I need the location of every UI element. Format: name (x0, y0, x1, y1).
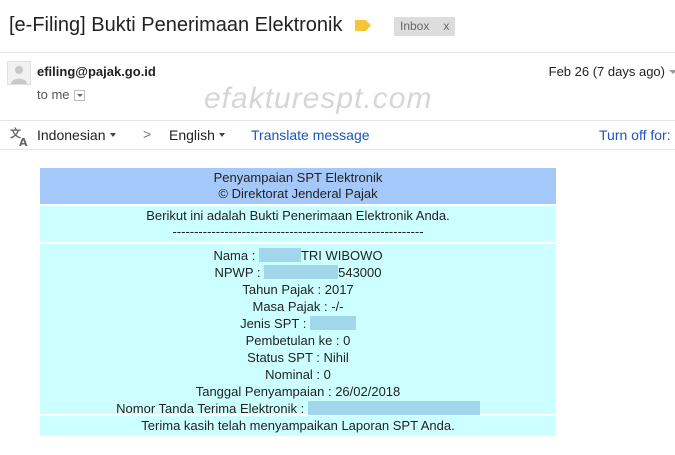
receipt-details: Nama : TRI WIBOWO NPWP : 543000 Tahun Pa… (40, 244, 556, 417)
sender-avatar (7, 61, 31, 85)
receipt-footer: Terima kasih telah menyampaikan Laporan … (40, 416, 556, 436)
recipient-text: to me (37, 87, 70, 102)
redaction-block (307, 401, 480, 415)
email-date: Feb 26 (7 days ago) (548, 64, 665, 79)
nama-value: TRI WIBOWO (300, 248, 383, 263)
field-tanggal: Tanggal Penyampaian : 26/02/2018 (195, 384, 401, 399)
receipt-table: Penyampaian SPT Elektronik © Direktorat … (40, 168, 556, 436)
field-tahun-pajak: Tahun Pajak : 2017 (242, 282, 354, 297)
receipt-intro: Berikut ini adalah Bukti Penerimaan Elek… (40, 206, 556, 242)
npwp-value: 543000 (338, 265, 382, 280)
inbox-label-text: Inbox (400, 19, 430, 33)
email-subject: [e-Filing] Bukti Penerimaan Elektronik (9, 14, 343, 36)
caret-down-icon (109, 133, 116, 137)
label-tag-icon[interactable] (355, 20, 371, 31)
remove-label-button[interactable]: x (443, 19, 449, 33)
translate-message-link[interactable]: Translate message (251, 127, 370, 143)
npwp-label: NPWP : (214, 265, 265, 280)
source-language-select[interactable]: Indonesian (37, 127, 116, 143)
field-ntte: Nomor Tanda Terima Elektronik : (40, 400, 556, 417)
recipient-line: to me (37, 87, 85, 102)
target-language-label: English (169, 127, 215, 143)
receipt-copyright: © Direktorat Jenderal Pajak (218, 186, 378, 201)
jenis-spt-label: Jenis SPT : (240, 316, 310, 331)
inbox-label-chip[interactable]: Inbox x (394, 17, 456, 36)
subject-row: [e-Filing] Bukti Penerimaan Elektronik I… (0, 0, 675, 53)
show-details-toggle[interactable] (73, 90, 85, 101)
nama-label: Nama : (213, 248, 259, 263)
source-language-label: Indonesian (37, 127, 106, 143)
ntte-label: Nomor Tanda Terima Elektronik : (116, 401, 308, 416)
target-language-select[interactable]: English (169, 127, 225, 143)
sender-address[interactable]: efiling@pajak.go.id (37, 64, 156, 79)
svg-text:A: A (19, 136, 28, 147)
redaction-block (309, 316, 356, 330)
more-options-chevron-icon[interactable] (669, 70, 675, 74)
turn-off-translation-link[interactable]: Turn off for: (599, 127, 671, 143)
watermark: efakturespt.com (204, 82, 433, 115)
receipt-header: Penyampaian SPT Elektronik © Direktorat … (40, 168, 556, 204)
field-pembetulan: Pembetulan ke : 0 (245, 333, 351, 348)
field-jenis-spt: Jenis SPT : (40, 315, 556, 332)
redaction-block (258, 248, 301, 262)
field-masa-pajak: Masa Pajak : -/- (252, 299, 344, 314)
field-status-spt: Status SPT : Nihil (247, 350, 349, 365)
field-nominal: Nominal : 0 (265, 367, 331, 382)
caret-down-icon (218, 133, 225, 137)
translate-bar: 文 A Indonesian > English Translate messa… (0, 120, 675, 150)
receipt-title: Penyampaian SPT Elektronik (213, 170, 383, 185)
divider-line: ----------------------------------------… (172, 224, 424, 239)
translate-icon: 文 A (10, 126, 28, 147)
field-nama: Nama : TRI WIBOWO (40, 247, 556, 264)
redaction-block (264, 265, 339, 279)
person-icon (11, 66, 27, 84)
field-npwp: NPWP : 543000 (40, 264, 556, 281)
language-arrow-icon: > (143, 126, 152, 142)
intro-text: Berikut ini adalah Bukti Penerimaan Elek… (146, 208, 450, 223)
